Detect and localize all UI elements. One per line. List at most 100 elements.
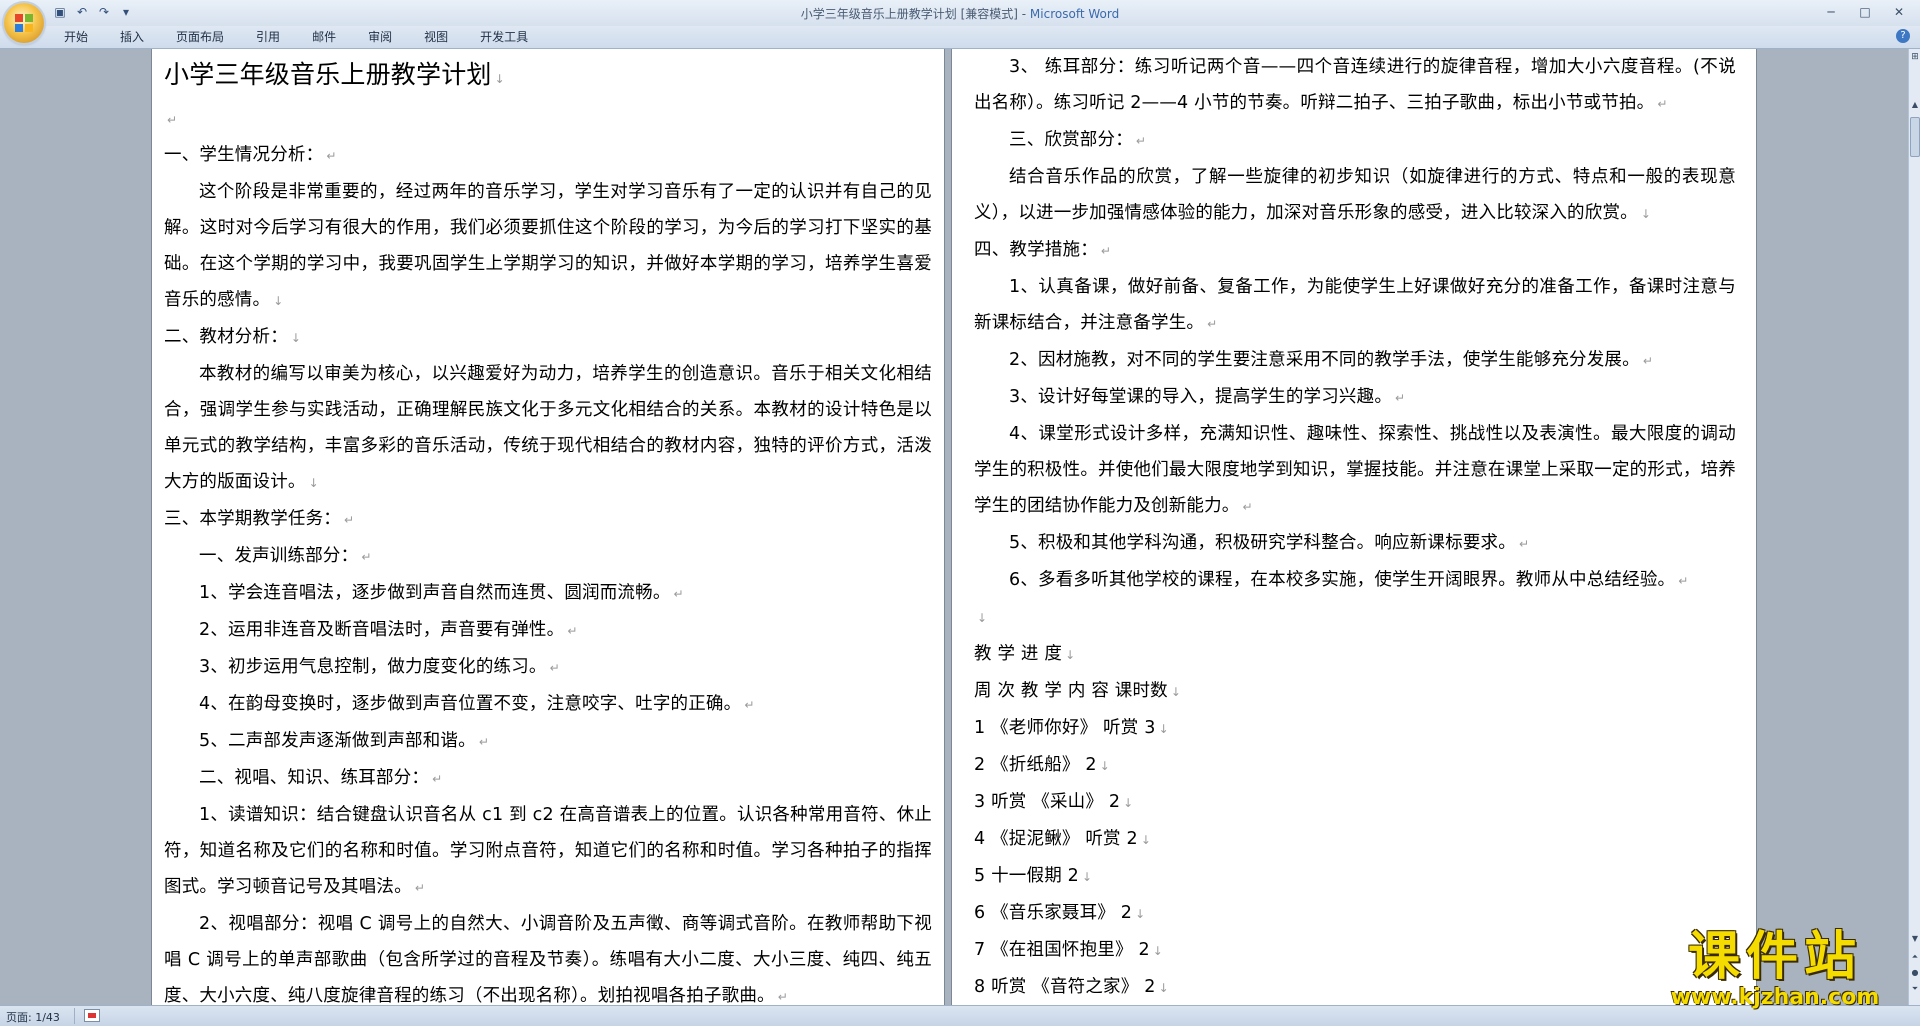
app-name: Microsoft Word	[1029, 7, 1120, 21]
paragraph-mark: ↓	[1065, 648, 1076, 662]
office-button[interactable]	[4, 3, 44, 43]
paragraph-text: 本教材的编写以审美为核心，以兴趣爱好为动力，培养学生的创造意识。音乐于相关文化相…	[164, 364, 932, 492]
next-page-icon[interactable]: ⏷	[1910, 983, 1920, 995]
paragraph-mark: ↵	[478, 735, 490, 749]
tab-review[interactable]: 审阅	[352, 29, 408, 45]
paragraph: 二、教材分析： ↓	[164, 319, 932, 356]
paragraph-mark: ↵	[549, 661, 560, 675]
paragraph-text: 5、积极和其他学科沟通，积极研究学科整合。响应新课标要求。	[1009, 533, 1516, 553]
paragraph: 2、因材施教，对不同的学生要注意采用不同的教学手法，使学生能够充分发展。 ↵	[974, 342, 1736, 379]
vertical-scrollbar[interactable]: ⊞ ▲ ▼ ⏶ ● ⏷	[1908, 49, 1920, 1005]
tab-developer[interactable]: 开发工具	[464, 29, 544, 45]
paragraph-mark: ↓	[1152, 944, 1164, 958]
left-page-text: 小学三年级音乐上册教学计划 ↓ ↵ 一、学生情况分析： ↵ 这个阶段是非常重要的，经过…	[164, 49, 932, 1005]
paragraph-mark: ↵	[1657, 97, 1668, 111]
paragraph: 本教材的编写以审美为核心，以兴趣爱好为动力，培养学生的创造意识。音乐于相关文化相…	[164, 356, 932, 501]
paragraph: 7 《在祖国怀抱里》 2 ↓	[974, 932, 1736, 969]
paragraph: 5、积极和其他学科沟通，积极研究学科整合。响应新课标要求。 ↵	[974, 525, 1736, 562]
paragraph: 周 次 教 学 内 容 课时数 ↓	[974, 673, 1736, 710]
paragraph: 3 听赏 《采山》 2 ↓	[974, 784, 1736, 821]
office-logo-icon	[15, 14, 33, 32]
doc-title: 小学三年级音乐上册教学计划 ↓	[164, 53, 932, 101]
paragraph-text: 1、读谱知识：结合键盘认识音名从 c1 到 c2 在高音谱表上的位置。认识各种常…	[164, 805, 932, 897]
paragraph: 1、学会连音唱法，逐步做到声音自然而连贯、圆润而流畅。 ↵	[164, 575, 932, 612]
browse-object-icon[interactable]: ●	[1910, 967, 1920, 979]
paragraph-text: 4、课堂形式设计多样，充满知识性、趣味性、探索性、挑战性以及表演性。最大限度的调…	[974, 424, 1736, 516]
paragraph-mark: ↵	[1518, 537, 1530, 551]
right-page-text: 3、 练耳部分：练习听记两个音——四个音连续进行的旋律音程，增加大小六度音程。(…	[974, 49, 1736, 1005]
paragraph: 四、教学措施： ↵	[974, 232, 1736, 269]
paragraph-text: 四、教学措施：	[974, 240, 1098, 260]
paragraph-mark: ↓	[1158, 722, 1169, 736]
doc-title-text: 小学三年级音乐上册教学计划	[164, 60, 492, 89]
page-count[interactable]: 页面: 1/43	[6, 1009, 60, 1025]
tab-view[interactable]: 视图	[408, 29, 464, 45]
page-right[interactable]: 3、 练耳部分：练习听记两个音——四个音连续进行的旋律音程，增加大小六度音程。(…	[952, 49, 1756, 1005]
paragraph: 教 学 进 度 ↓	[974, 636, 1736, 673]
paragraph: 2、视唱部分：视唱 C 调号上的自然大、小调音阶及五声徵、商等调式音阶。在教师帮…	[164, 906, 932, 1005]
minimize-icon[interactable]: ─	[1816, 2, 1846, 22]
paragraph-text: 4、在韵母变换时，逐步做到声音位置不变，注意咬字、吐字的正确。	[199, 694, 742, 714]
paragraph: 2、运用非连音及断音唱法时，声音要有弹性。 ↵	[164, 612, 932, 649]
status-bar: 页面: 1/43	[0, 1005, 1920, 1026]
paragraph: 1、认真备课，做好前备、复备工作，为能使学生上好课做好充分的准备工作，备课时注意…	[974, 269, 1736, 342]
paragraph-mark: ↓	[1082, 870, 1093, 884]
tab-references[interactable]: 引用	[240, 29, 296, 45]
help-icon[interactable]: ?	[1896, 29, 1910, 43]
previous-page-icon[interactable]: ⏶	[1910, 951, 1920, 963]
scroll-thumb[interactable]	[1910, 117, 1920, 157]
paragraph-text: 三、欣赏部分：	[1009, 130, 1133, 150]
paragraph: 一、发声训练部分： ↵	[164, 538, 932, 575]
paragraph-text: 二、视唱、知识、练耳部分：	[199, 768, 430, 788]
paragraph-text: 1 《老师你好》 听赏 3	[974, 718, 1156, 738]
tab-page-layout[interactable]: 页面布局	[160, 29, 240, 45]
empty-paragraph: ↵	[164, 101, 932, 137]
paragraph: 这个阶段是非常重要的，经过两年的音乐学习，学生对学习音乐有了一定的认识并有自己的…	[164, 174, 932, 319]
tab-insert[interactable]: 插入	[104, 29, 160, 45]
scroll-up-icon[interactable]: ▲	[1910, 99, 1920, 111]
maximize-icon[interactable]: □	[1850, 2, 1880, 22]
paragraph: 2 《折纸船》 2 ↓	[974, 747, 1736, 784]
tab-home[interactable]: 开始	[48, 29, 104, 45]
paragraph-mark: ↵	[1642, 354, 1654, 368]
paragraph-text: 二、教材分析：	[164, 327, 288, 347]
paragraph-mark: ↵	[567, 624, 578, 638]
window-controls: ─ □ ✕	[1816, 2, 1914, 22]
paragraph-mark: ↵	[744, 698, 755, 712]
scroll-down-icon[interactable]: ▼	[1910, 933, 1920, 945]
paragraph: ↓	[974, 599, 1736, 636]
watermark-text: 课件站	[1687, 927, 1862, 987]
paragraph: 三、欣赏部分： ↵	[974, 122, 1736, 159]
paragraph: 结合音乐作品的欣赏，了解一些旋律的初步知识（如旋律进行的方式、特点和一般的表现意…	[974, 159, 1736, 232]
paragraph-mark: ↓	[1135, 907, 1146, 921]
paragraph-text: 2、运用非连音及断音唱法时，声音要有弹性。	[199, 620, 565, 640]
paragraph: 一、学生情况分析： ↵	[164, 137, 932, 174]
paragraph-mark: ↵	[1678, 574, 1689, 588]
tab-mailings[interactable]: 邮件	[296, 29, 352, 45]
paragraph-text: 6、多看多听其他学校的课程，在本校多实施，使学生开阔眼界。教师从中总结经验。	[1009, 570, 1676, 590]
paragraph: 三、本学期教学任务： ↵	[164, 501, 932, 538]
watermark: 课件站 www.kjzhan.com	[1650, 928, 1900, 1010]
paragraph-mark: ↓	[1640, 207, 1652, 221]
paragraph-text: 2、视唱部分：视唱 C 调号上的自然大、小调音阶及五声徵、商等调式音阶。在教师帮…	[164, 914, 932, 1005]
paragraph-text: 一、学生情况分析：	[164, 145, 324, 165]
close-icon[interactable]: ✕	[1884, 2, 1914, 22]
paragraph-mark: ↵	[361, 550, 372, 564]
ribbon-tabs: 开始 插入 页面布局 引用 邮件 审阅 视图 开发工具	[48, 29, 544, 45]
paragraph-text: 3、初步运用气息控制，做力度变化的练习。	[199, 657, 547, 677]
paragraph: 6 《音乐家聂耳》 2 ↓	[974, 895, 1736, 932]
paragraph-mark: ↓	[290, 331, 302, 345]
page-left[interactable]: 小学三年级音乐上册教学计划 ↓ ↵ 一、学生情况分析： ↵ 这个阶段是非常重要的，经过…	[152, 49, 944, 1005]
paragraph-text: 3、 练耳部分：练习听记两个音——四个音连续进行的旋律音程，增加大小六度音程。(…	[974, 57, 1736, 113]
paragraph: 4、课堂形式设计多样，充满知识性、趣味性、探索性、挑战性以及表演性。最大限度的调…	[974, 416, 1736, 525]
paragraph-text: 2、因材施教，对不同的学生要注意采用不同的教学手法，使学生能够充分发展。	[1009, 350, 1640, 370]
view-ruler-icon[interactable]: ⊞	[1910, 51, 1920, 63]
paragraph-text: 结合音乐作品的欣赏，了解一些旋律的初步知识（如旋律进行的方式、特点和一般的表现意…	[974, 167, 1736, 223]
paragraph-text: 教 学 进 度	[974, 644, 1063, 664]
paragraph-mark: ↵	[1242, 500, 1253, 514]
paragraph-text: 4 《捉泥鳅》 听赏 2	[974, 829, 1138, 849]
paragraph-text: 5 十一假期 2	[974, 866, 1079, 886]
paragraph: 3、初步运用气息控制，做力度变化的练习。 ↵	[164, 649, 932, 686]
proofing-icon[interactable]	[84, 1009, 100, 1022]
paragraph: 3、设计好每堂课的导入，提高学生的学习兴趣。 ↵	[974, 379, 1736, 416]
